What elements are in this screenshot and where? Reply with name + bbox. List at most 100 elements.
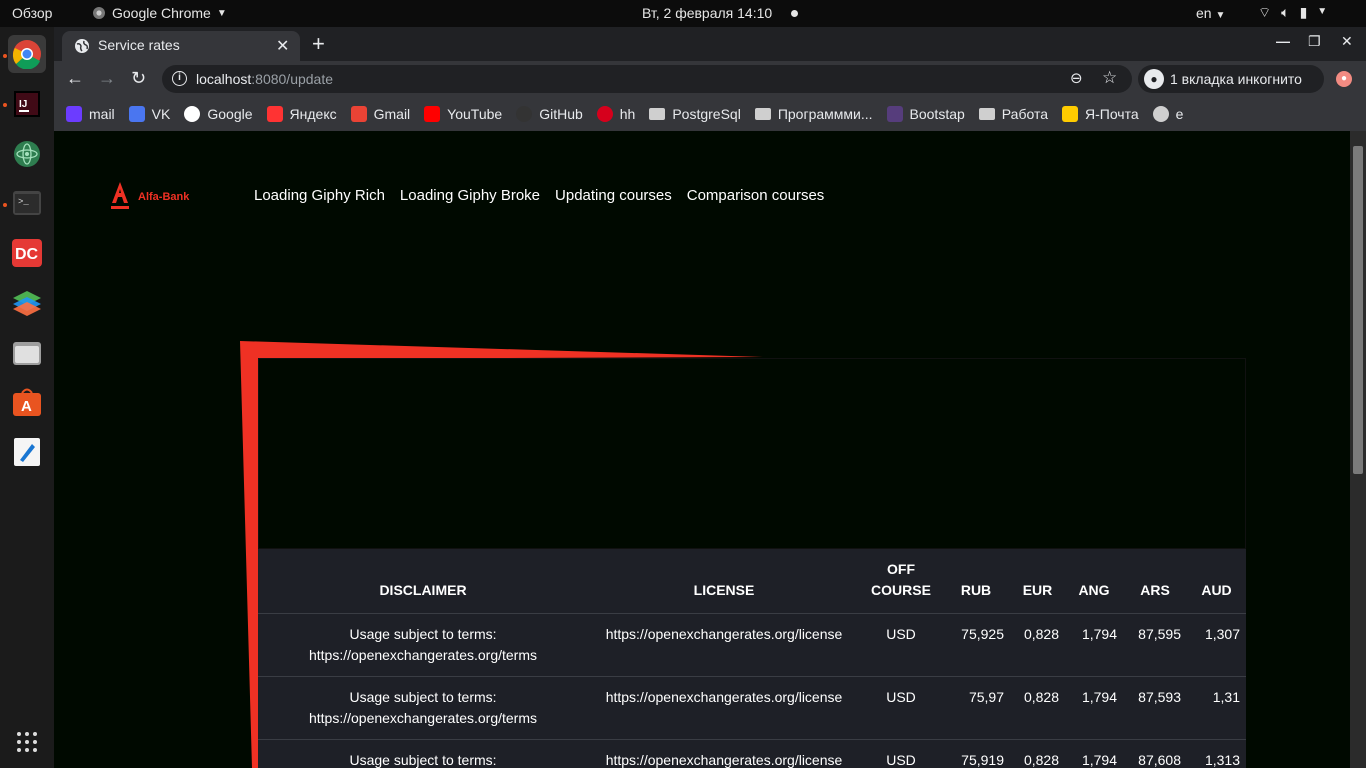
software-store-icon: A [13, 388, 41, 416]
bookmark-label: Bootstap [909, 106, 965, 122]
url-host: localhost [196, 71, 252, 87]
wifi-icon: ⌔ [1258, 4, 1272, 20]
files-icon [13, 342, 41, 365]
bookmark-item[interactable]: Google [184, 106, 253, 122]
nav-updating-courses[interactable]: Updating courses [555, 187, 672, 204]
close-window-icon[interactable]: ✕ [1341, 33, 1353, 50]
google-icon [184, 106, 201, 122]
intellij-launcher[interactable]: IJ [8, 85, 46, 123]
bookmark-label: Gmail [373, 106, 411, 122]
bookmark-item[interactable]: GitHub [516, 106, 583, 122]
terminal-launcher[interactable]: >_ [8, 184, 46, 222]
keyboard-layout[interactable]: en ▼ [1196, 5, 1225, 21]
bookmark-item[interactable]: Работа [978, 106, 1048, 122]
youtube-icon [424, 106, 441, 122]
forward-button[interactable]: → [98, 68, 116, 89]
table-cell: USD [860, 613, 942, 677]
site-info-icon[interactable]: i [172, 71, 187, 86]
bookmark-item[interactable]: Gmail [350, 106, 411, 122]
bookmark-label: Программми... [777, 106, 873, 122]
bookmark-label: hh [619, 106, 636, 122]
reload-button[interactable]: ↻ [131, 68, 146, 89]
bookmark-item[interactable]: Программми... [754, 106, 873, 122]
incognito-icon: ● [1144, 69, 1164, 89]
scrollbar-thumb[interactable] [1353, 146, 1363, 474]
back-button[interactable]: ← [66, 68, 84, 89]
doublecmd-launcher[interactable]: DC [8, 234, 46, 272]
browser-toolbar: ← → ↻ i localhost:8080/update ⊖ ☆ ● 1 вк… [54, 61, 1366, 97]
bookmark-item[interactable]: Bootstap [886, 106, 965, 122]
bookmark-item[interactable]: Яндекс [266, 106, 337, 122]
files-launcher[interactable] [8, 333, 46, 371]
bookmark-item[interactable]: e [1152, 106, 1184, 122]
table-cell: 75,97 [942, 676, 1010, 740]
bookmark-label: Работа [1001, 106, 1048, 122]
col-aud: AUD [1187, 549, 1246, 614]
nav-loading-giphy-broke[interactable]: Loading Giphy Broke [400, 187, 540, 204]
nav-loading-giphy-rich[interactable]: Loading Giphy Rich [254, 187, 385, 204]
maximize-icon[interactable]: ❐ [1308, 33, 1321, 50]
vk-icon [128, 106, 145, 122]
bookmark-label: VK [151, 106, 171, 122]
bookmark-label: e [1175, 106, 1184, 122]
activities-button[interactable]: Обзор [12, 5, 52, 21]
layers-launcher[interactable] [8, 284, 46, 322]
col-ang: ANG [1065, 549, 1123, 614]
running-indicator [3, 103, 7, 107]
tab-service-rates[interactable]: Service rates ✕ [62, 31, 300, 61]
minimize-icon[interactable]: — [1276, 33, 1290, 49]
running-indicator [3, 54, 7, 58]
text-editor-launcher[interactable] [8, 433, 46, 471]
col-disclaimer: DISCLAIMER [258, 549, 588, 614]
notification-dot-icon [791, 10, 798, 17]
address-bar[interactable]: i localhost:8080/update ⊖ ☆ [162, 65, 1132, 93]
system-clock[interactable]: Вт, 2 февраля 14:10 [642, 5, 772, 21]
bookmark-item[interactable]: mail [66, 106, 115, 122]
globe-icon [75, 39, 89, 53]
zoom-icon[interactable]: ⊖ [1070, 69, 1083, 87]
chrome-small-icon [93, 7, 105, 19]
nav-comparison-courses[interactable]: Comparison courses [687, 187, 825, 204]
running-indicator [3, 203, 7, 207]
hh-icon [596, 106, 613, 122]
alfa-bank-logo[interactable]: Alfa-Bank [110, 181, 189, 211]
tab-title: Service rates [98, 37, 180, 53]
bookmark-item[interactable]: YouTube [424, 106, 502, 122]
yandex-icon [266, 106, 283, 122]
chevron-down-icon: ▼ [1317, 6, 1328, 17]
intellij-icon: IJ [14, 91, 40, 117]
battery-icon: ▮ [1299, 4, 1308, 20]
table-cell: 75,919 [942, 739, 1010, 768]
bookmark-star-icon[interactable]: ☆ [1102, 68, 1117, 88]
content-panel [258, 358, 1246, 549]
bookmark-item[interactable]: VK [128, 106, 171, 122]
page-viewport: Alfa-Bank Loading Giphy Rich Loading Gip… [54, 131, 1350, 768]
bookmark-item[interactable]: hh [596, 106, 636, 122]
table-cell: Usage subject to terms: https://openexch… [258, 613, 588, 677]
bookmark-item[interactable]: PostgreSql [649, 106, 741, 122]
table-cell: 1,794 [1065, 739, 1123, 768]
chrome-icon [12, 40, 41, 69]
url-text[interactable]: localhost:8080/update [196, 71, 333, 87]
page-scrollbar[interactable] [1350, 131, 1366, 768]
bootstrap-icon [886, 106, 903, 122]
system-tray[interactable]: ⌔ 🔈︎ ▮ ▼ [1258, 4, 1327, 22]
show-apps-icon[interactable] [17, 732, 37, 752]
bookmark-item[interactable]: Я-Почта [1061, 106, 1139, 122]
table-cell: 1,31 [1187, 676, 1246, 740]
close-tab-icon[interactable]: ✕ [276, 36, 289, 56]
atom-launcher[interactable] [8, 135, 46, 173]
software-launcher[interactable]: A [8, 383, 46, 421]
lang-label: en [1196, 5, 1212, 21]
incognito-indicator[interactable]: ● 1 вкладка инкогнито [1138, 65, 1324, 93]
table-cell: USD [860, 676, 942, 740]
new-tab-button[interactable]: + [312, 31, 325, 57]
app-menu[interactable]: Google Chrome ▼ [92, 5, 227, 21]
profile-avatar[interactable]: ● [1336, 71, 1352, 87]
col-ars: ARS [1123, 549, 1187, 614]
table-cell: https://openexchangerates.org/license [588, 676, 860, 740]
mail-icon [1061, 106, 1078, 122]
atom-icon [14, 141, 40, 167]
table-cell: 1,794 [1065, 676, 1123, 740]
chrome-launcher[interactable] [8, 35, 46, 73]
